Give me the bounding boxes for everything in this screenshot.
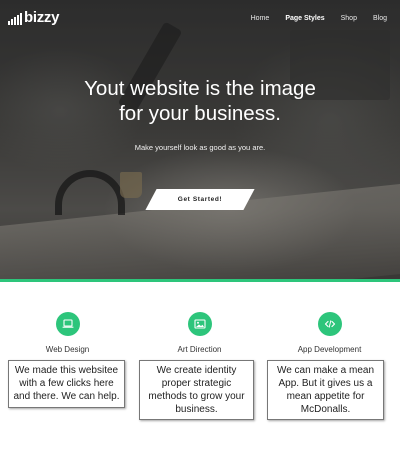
image-icon — [187, 312, 212, 336]
hero-subtitle: Make yourself look as good as you are. — [134, 143, 266, 152]
feature-title: App Development — [297, 345, 362, 354]
accent-divider — [0, 279, 400, 282]
brand-logo[interactable]: bizzy — [8, 9, 59, 25]
feature-description: We create identity proper strategic meth… — [139, 360, 254, 420]
hero-headline-line2: for your business. — [119, 102, 281, 125]
feature-art-direction: Art Direction We create identity proper … — [133, 312, 266, 420]
nav-item-home[interactable]: Home — [251, 15, 270, 22]
hero-overlay — [0, 0, 400, 279]
hero-headline: Yout website is the image for your busin… — [0, 76, 400, 126]
feature-title: Web Design — [45, 345, 90, 354]
nav-item-page-styles[interactable]: Page Styles — [285, 15, 324, 22]
hero-section: bizzy Home Page Styles Shop Blog Yout we… — [0, 0, 400, 279]
main-nav: Home Page Styles Shop Blog — [235, 15, 387, 22]
logo-bars-icon — [8, 13, 22, 25]
hero-headline-line1: Yout website is the image — [84, 77, 316, 100]
feature-web-design: Web Design We made this websitee with a … — [1, 312, 134, 408]
code-icon — [317, 312, 342, 336]
laptop-icon — [55, 312, 80, 336]
get-started-button[interactable]: Get Started! — [145, 189, 255, 210]
feature-app-development: App Development We can make a mean App. … — [263, 312, 396, 420]
nav-item-shop[interactable]: Shop — [341, 15, 357, 22]
feature-title: Art Direction — [177, 345, 222, 354]
get-started-label: Get Started! — [177, 196, 223, 203]
feature-description: We can make a mean App. But it gives us … — [267, 360, 384, 420]
brand-name: bizzy — [24, 9, 60, 26]
nav-item-blog[interactable]: Blog — [373, 15, 387, 22]
feature-description: We made this websitee with a few clicks … — [8, 360, 125, 408]
